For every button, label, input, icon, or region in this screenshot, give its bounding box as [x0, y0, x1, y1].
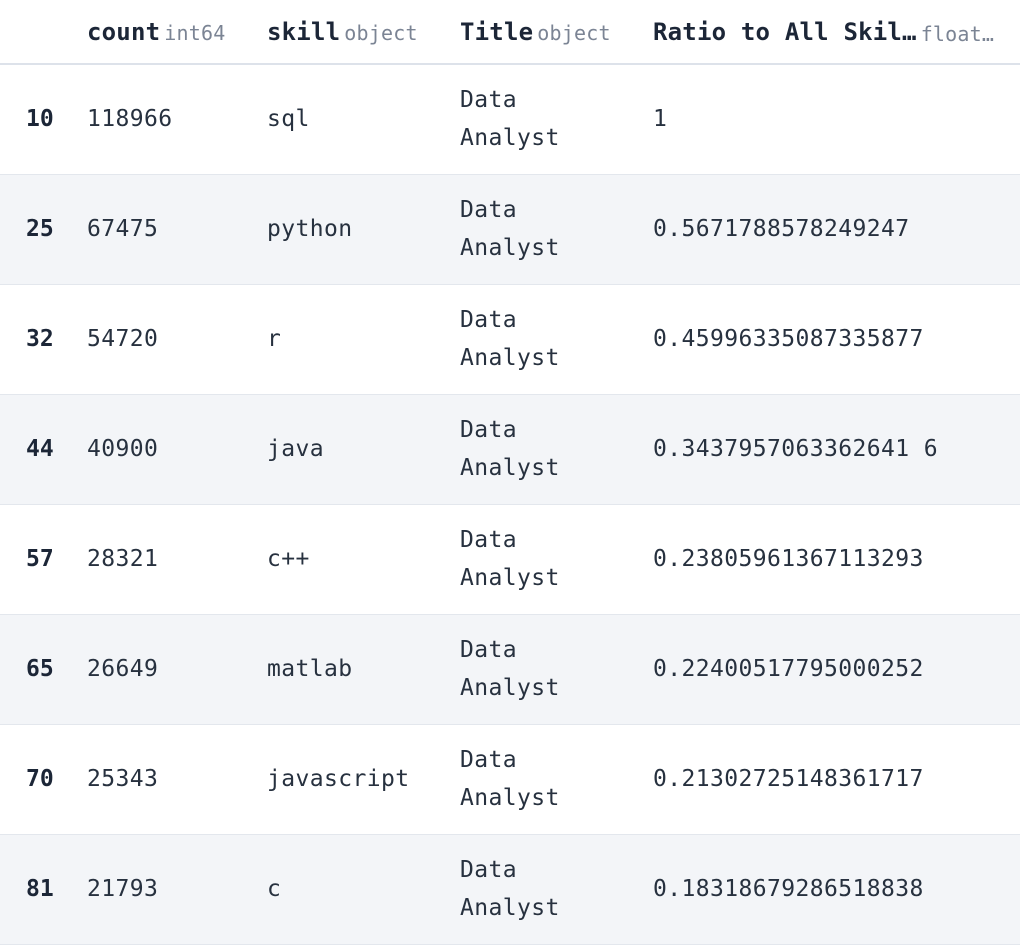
- row-index: 57: [26, 546, 54, 572]
- ratio-cell: 0.21302725148361717: [653, 766, 924, 792]
- table-row: 65 26649 matlab Data Analyst 0.2240051779…: [0, 614, 1020, 724]
- dataframe-table: count int64 skill object Title object Ratio…: [0, 0, 1020, 945]
- count-cell: 21793: [87, 876, 159, 902]
- title-cell: Data Analyst: [460, 174, 653, 284]
- table-header-row: count int64 skill object Title object Ratio…: [0, 0, 1020, 64]
- skill-cell: javascript: [267, 766, 410, 792]
- count-cell: 118966: [87, 106, 173, 133]
- ratio-cell: 0.22400517795000252: [653, 656, 924, 682]
- title-line: Analyst: [460, 125, 560, 152]
- table-row: 70 25343 javascript Data Analyst 0.213027…: [0, 724, 1020, 834]
- skill-cell: c: [267, 876, 282, 902]
- ratio-cell: 0.45996335087335877: [653, 326, 924, 352]
- title-cell: Data Analyst: [460, 64, 653, 174]
- title-cell: Data Analyst: [460, 614, 653, 724]
- row-index: 70: [26, 766, 54, 792]
- table-row: 44 40900 java Data Analyst 0.343795706336…: [0, 394, 1020, 504]
- title-line: Data: [460, 637, 517, 663]
- table-row: 25 67475 python Data Analyst 0.5671788578…: [0, 174, 1020, 284]
- title-line: Analyst: [460, 455, 560, 481]
- title-line: Data: [460, 87, 517, 114]
- ratio-cell: 0.23805961367113293: [653, 546, 924, 572]
- row-index: 65: [26, 656, 54, 682]
- title-line: Data: [460, 857, 517, 883]
- column-dtype: object: [344, 20, 418, 45]
- column-header-title[interactable]: Title object: [460, 0, 653, 64]
- title-cell: Data Analyst: [460, 394, 653, 504]
- ratio-cell: 0.5671788578249247: [653, 216, 910, 242]
- title-line: Data: [460, 747, 517, 773]
- title-cell: Data Analyst: [460, 284, 653, 394]
- count-cell: 54720: [87, 326, 159, 352]
- title-line: Analyst: [460, 235, 560, 261]
- skill-cell: java: [267, 436, 324, 462]
- title-line: Data: [460, 197, 517, 223]
- title-cell: Data Analyst: [460, 834, 653, 944]
- title-line: Data: [460, 527, 517, 553]
- row-index: 44: [26, 436, 54, 462]
- count-cell: 40900: [87, 436, 159, 462]
- title-cell: Data Analyst: [460, 724, 653, 834]
- title-line: Data: [460, 417, 517, 443]
- ratio-cell: 0.3437957063362641 6: [653, 436, 938, 462]
- skill-cell: c++: [267, 546, 310, 572]
- column-name: count: [87, 17, 161, 46]
- column-name: skill: [267, 17, 341, 46]
- column-dtype: int64: [164, 20, 226, 45]
- row-index: 10: [26, 106, 54, 133]
- skill-cell: matlab: [267, 656, 353, 682]
- column-name: Ratio to All Skil…: [653, 17, 917, 46]
- skill-cell: sql: [267, 106, 310, 133]
- table-row: 57 28321 c++ Data Analyst 0.2380596136711…: [0, 504, 1020, 614]
- row-index: 32: [26, 326, 54, 352]
- title-line: Analyst: [460, 345, 560, 371]
- count-cell: 26649: [87, 656, 159, 682]
- ratio-cell: 0.18318679286518838: [653, 876, 924, 902]
- column-header-ratio[interactable]: Ratio to All Skil… float…: [653, 0, 1020, 64]
- title-line: Analyst: [460, 675, 560, 701]
- title-line: Analyst: [460, 895, 560, 921]
- title-cell: Data Analyst: [460, 504, 653, 614]
- row-index: 81: [26, 876, 54, 902]
- skill-cell: python: [267, 216, 353, 242]
- title-line: Data: [460, 307, 517, 333]
- title-line: Analyst: [460, 785, 560, 811]
- table-row: 81 21793 c Data Analyst 0.183186792865188…: [0, 834, 1020, 944]
- skill-cell: r: [267, 326, 282, 352]
- column-dtype: float…: [920, 21, 995, 46]
- count-cell: 28321: [87, 546, 159, 572]
- row-index: 25: [26, 216, 54, 242]
- index-column-header: [0, 0, 87, 64]
- ratio-cell: 1: [653, 106, 668, 133]
- column-dtype: object: [537, 20, 611, 45]
- table-row: 32 54720 r Data Analyst 0.459963350873358…: [0, 284, 1020, 394]
- column-header-skill[interactable]: skill object: [267, 0, 460, 64]
- count-cell: 67475: [87, 216, 159, 242]
- column-name: Title: [460, 17, 534, 46]
- count-cell: 25343: [87, 766, 159, 792]
- column-header-count[interactable]: count int64: [87, 0, 267, 64]
- table-row: 10 118966 sql Data Analyst 1: [0, 64, 1020, 174]
- title-line: Analyst: [460, 565, 560, 591]
